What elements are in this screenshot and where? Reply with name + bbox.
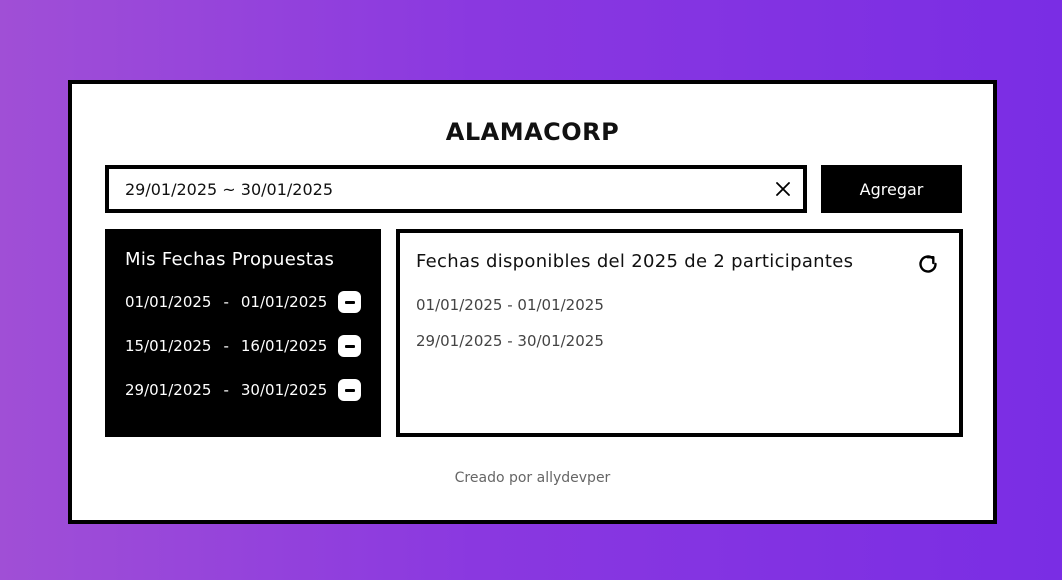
range-end: 01/01/2025	[240, 293, 328, 311]
available-dates-list: 01/01/2025 - 01/01/2025 29/01/2025 - 30/…	[416, 296, 943, 350]
date-range-field[interactable]	[105, 165, 807, 213]
range-separator: -	[223, 293, 229, 311]
range-start: 29/01/2025	[125, 381, 212, 399]
range-end: 30/01/2025	[240, 381, 328, 399]
list-item: 01/01/2025 - 01/01/2025	[125, 290, 361, 314]
minus-icon	[344, 344, 355, 348]
list-item: 29/01/2025 - 30/01/2025	[416, 332, 604, 350]
date-range-input[interactable]	[109, 169, 763, 209]
minus-icon	[344, 388, 355, 392]
page-title: ALAMACORP	[445, 118, 620, 146]
range-start: 01/01/2025	[125, 293, 212, 311]
main-card: ALAMACORP Agregar Mis Fechas Propuestas …	[68, 80, 997, 524]
available-dates-title: Fechas disponibles del 2025 de 2 partici…	[416, 251, 854, 272]
remove-range-button[interactable]	[338, 291, 361, 313]
list-item: 15/01/2025 - 16/01/2025	[125, 334, 361, 358]
list-item: 29/01/2025 - 30/01/2025	[125, 378, 361, 402]
list-item: 01/01/2025 - 01/01/2025	[416, 296, 604, 314]
remove-range-button[interactable]	[338, 379, 361, 401]
range-start: 15/01/2025	[125, 337, 212, 355]
close-icon[interactable]	[763, 169, 803, 209]
remove-range-button[interactable]	[338, 335, 361, 357]
add-button[interactable]: Agregar	[821, 165, 962, 213]
available-dates-panel: Fechas disponibles del 2025 de 2 partici…	[396, 229, 963, 437]
footer-credit: Creado por allydevper	[454, 470, 611, 486]
my-dates-title: Mis Fechas Propuestas	[125, 249, 335, 270]
range-separator: -	[223, 381, 229, 399]
refresh-icon[interactable]	[915, 251, 941, 277]
minus-icon	[344, 300, 355, 304]
my-dates-panel: Mis Fechas Propuestas 01/01/2025 - 01/01…	[105, 229, 381, 437]
range-separator: -	[223, 337, 229, 355]
range-end: 16/01/2025	[240, 337, 328, 355]
